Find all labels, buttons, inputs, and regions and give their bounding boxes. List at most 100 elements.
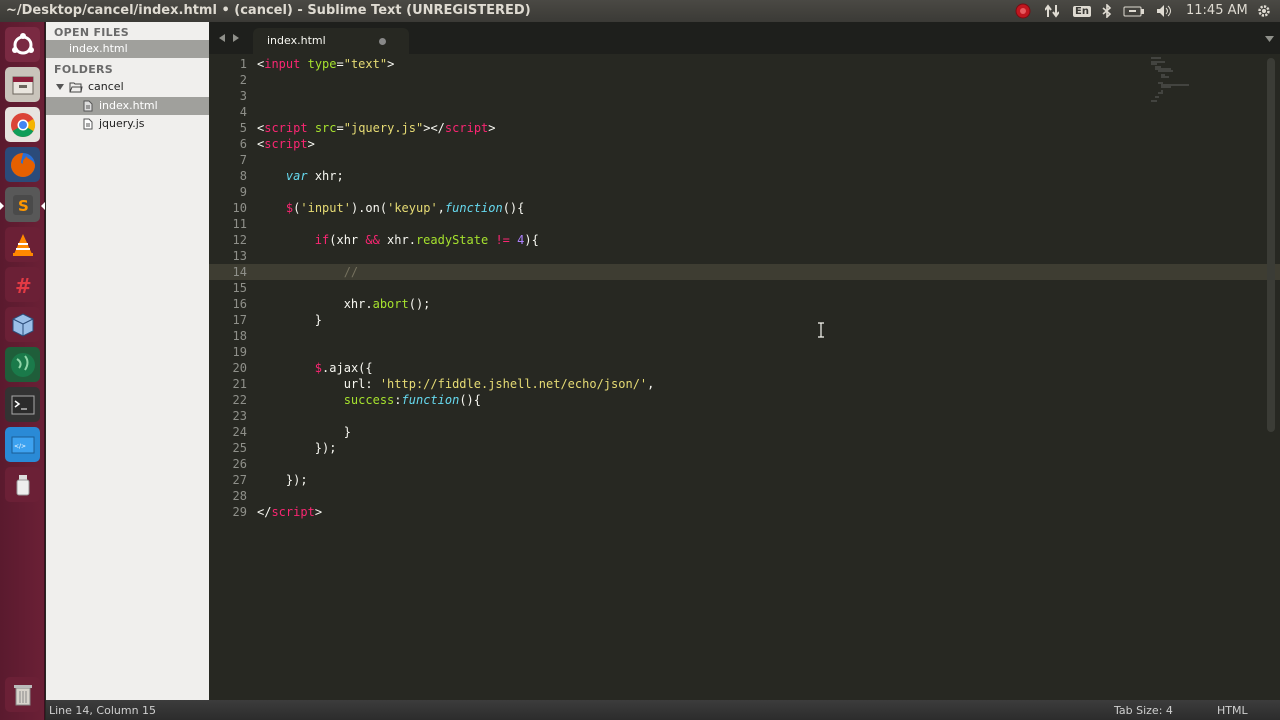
code-token: , xyxy=(437,201,445,215)
line-number: 10 xyxy=(232,201,247,215)
line-number: 29 xyxy=(232,505,247,519)
code-token: // xyxy=(343,265,359,279)
code-line: $.ajax({ xyxy=(257,360,373,376)
network-transfer-icon[interactable] xyxy=(1042,0,1062,22)
unsaved-dot-icon[interactable] xyxy=(379,38,386,45)
firefox-icon[interactable] xyxy=(5,147,40,182)
line-number: 20 xyxy=(232,361,247,375)
launcher: S # </> xyxy=(0,22,45,720)
syntax-selector[interactable]: HTML xyxy=(1217,704,1248,717)
code-token: success xyxy=(343,393,395,407)
hexchat-icon[interactable]: # xyxy=(5,267,40,302)
minimap[interactable] xyxy=(1149,56,1219,116)
open-file-item[interactable]: index.html xyxy=(46,40,209,58)
folder-open-icon xyxy=(69,82,83,93)
code-app-icon[interactable]: </> xyxy=(5,427,40,462)
code-token: xhr; xyxy=(307,169,344,183)
line-number: 11 xyxy=(232,217,247,231)
ubuntu-dash-icon[interactable] xyxy=(5,27,40,62)
code-line: } xyxy=(257,424,351,440)
window-title: ~/Desktop/cancel/index.html • (cancel) -… xyxy=(6,3,531,18)
vertical-scrollbar[interactable] xyxy=(1267,58,1275,432)
line-number: 27 xyxy=(232,473,247,487)
code-line: success:function(){ xyxy=(257,392,481,408)
volume-icon[interactable] xyxy=(1154,0,1174,22)
chevron-down-icon[interactable] xyxy=(56,83,64,91)
code-token: : xyxy=(394,393,402,407)
line-number: 16 xyxy=(232,297,247,311)
line-number: 25 xyxy=(232,441,247,455)
globe-icon[interactable] xyxy=(5,347,40,382)
text-cursor-icon xyxy=(818,322,824,338)
current-line-highlight xyxy=(209,264,1280,280)
code-line: <script src="jquery.js"></script> xyxy=(257,120,496,136)
svg-text:</>: </> xyxy=(14,443,26,450)
tab-menu-chevron-icon[interactable] xyxy=(1265,35,1275,43)
code-line: xhr.abort(); xyxy=(257,296,431,312)
line-number: 13 xyxy=(232,249,247,263)
tab-index-html[interactable]: index.html xyxy=(253,28,409,54)
folder-item-cancel[interactable]: cancel xyxy=(46,78,209,96)
code-token: > xyxy=(314,505,323,519)
line-number: 4 xyxy=(239,105,247,119)
code-token: (); xyxy=(408,297,431,311)
code-token: }); xyxy=(257,473,308,487)
code-token: ></ xyxy=(423,121,445,135)
vlc-icon[interactable] xyxy=(5,227,40,262)
tab-size-selector[interactable]: Tab Size: 4 xyxy=(1114,704,1173,717)
code-line: </script> xyxy=(257,504,322,520)
virtualbox-icon[interactable] xyxy=(5,307,40,342)
code-line: <input type="text"> xyxy=(257,56,394,72)
file-manager-icon[interactable] xyxy=(5,67,40,102)
keyboard-layout-indicator[interactable]: En xyxy=(1072,0,1092,22)
line-number: 5 xyxy=(239,121,247,135)
code-line: }); xyxy=(257,440,337,456)
code-token: (){ xyxy=(459,393,481,407)
gear-icon[interactable] xyxy=(1254,0,1274,22)
file-item-jquery-js[interactable]: jquery.js xyxy=(46,115,209,133)
code-line: <script> xyxy=(257,136,315,152)
battery-icon[interactable] xyxy=(1122,0,1146,22)
terminal-icon[interactable] xyxy=(5,387,40,422)
code-token: 'keyup' xyxy=(387,201,438,215)
line-number: 21 xyxy=(232,377,247,391)
code-token: (){ xyxy=(502,201,525,215)
code-token: > xyxy=(488,121,496,135)
line-number: 22 xyxy=(232,393,247,407)
chrome-icon[interactable] xyxy=(5,107,40,142)
code-token: src xyxy=(314,121,337,135)
code-token: }); xyxy=(257,441,337,455)
usb-drive-icon[interactable] xyxy=(5,467,40,502)
file-label: index.html xyxy=(99,99,158,112)
record-indicator-icon[interactable] xyxy=(1012,0,1034,22)
code-token: 'input' xyxy=(300,201,351,215)
clock[interactable]: 11:45 AM xyxy=(1186,3,1248,18)
code-token: url: xyxy=(257,377,380,391)
code-token: ){ xyxy=(524,233,539,247)
svg-text:#: # xyxy=(15,274,32,298)
line-number: 17 xyxy=(232,313,247,327)
code-token: script xyxy=(264,121,308,135)
sidebar: OPEN FILES index.html FOLDERS cancel ind… xyxy=(46,22,209,700)
sublime-text-icon[interactable]: S xyxy=(5,187,40,222)
code-token: on( xyxy=(365,201,388,215)
trash-icon[interactable] xyxy=(5,677,40,712)
code-token: $ xyxy=(314,361,323,375)
code-token: } xyxy=(257,313,323,327)
code-line: if(xhr && xhr.readyState != 4){ xyxy=(257,232,539,248)
chevron-left-icon[interactable] xyxy=(217,33,227,43)
svg-text:S: S xyxy=(18,197,29,215)
code-token: script xyxy=(264,137,308,151)
file-item-index-html[interactable]: index.html xyxy=(46,97,209,115)
code-token: = xyxy=(336,121,344,135)
chevron-right-icon[interactable] xyxy=(231,33,241,43)
file-label: jquery.js xyxy=(99,117,145,130)
code-editor[interactable]: 1 2 3 4 5 6 7 8 9 10 11 12 13 14 15 16 17 18 19 20 21 22 23 24 2… xyxy=(209,54,1280,700)
top-panel: ~/Desktop/cancel/index.html • (cancel) -… xyxy=(0,0,1280,22)
code-token: xhr. xyxy=(257,297,373,311)
bluetooth-icon[interactable] xyxy=(1098,0,1116,22)
